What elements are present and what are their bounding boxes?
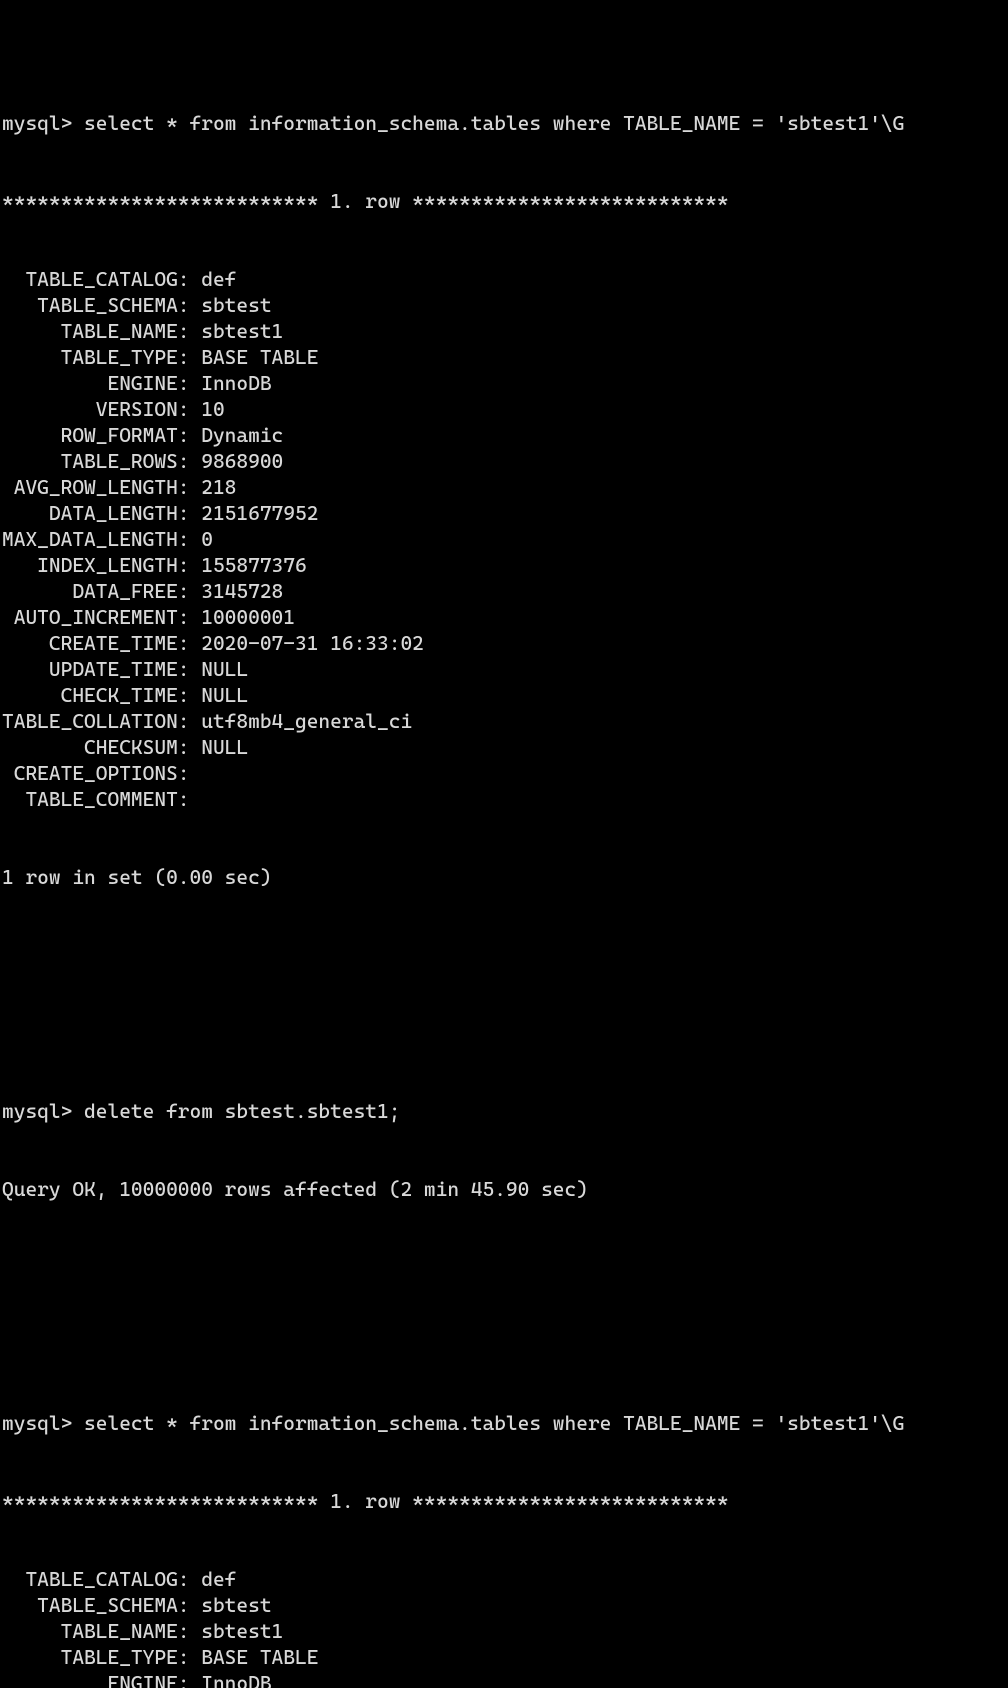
field-value: Dynamic: [190, 422, 284, 448]
field-key: TABLE_SCHEMA:: [2, 292, 190, 318]
field-key: TABLE_COMMENT:: [2, 786, 190, 812]
field-value: 3145728: [190, 578, 284, 604]
field-value: NULL: [190, 682, 249, 708]
field-value: BASE TABLE: [190, 1644, 319, 1670]
mysql-prompt: mysql>: [2, 111, 84, 135]
field-key: CHECK_TIME:: [2, 682, 190, 708]
field-row: TABLE_COMMENT:: [2, 786, 1006, 812]
field-row: VERSION:10: [2, 396, 1006, 422]
field-value: 9868900: [190, 448, 284, 474]
field-key: VERSION:: [2, 396, 190, 422]
field-value: 0: [190, 526, 213, 552]
field-row: TABLE_NAME:sbtest1: [2, 1618, 1006, 1644]
field-row: TABLE_ROWS:9868900: [2, 448, 1006, 474]
result-summary-1: 1 row in set (0.00 sec): [2, 864, 1006, 890]
field-value: 218: [190, 474, 237, 500]
field-key: ENGINE:: [2, 370, 190, 396]
blank-line: [2, 1280, 1006, 1306]
field-value: utf8mb4_general_ci: [190, 708, 413, 734]
field-row: TABLE_CATALOG:def: [2, 266, 1006, 292]
field-value: sbtest: [190, 292, 272, 318]
field-row: TABLE_SCHEMA:sbtest: [2, 292, 1006, 318]
field-value: 2020-07-31 16:33:02: [190, 630, 424, 656]
sql-command: delete from sbtest.sbtest1;: [84, 1099, 400, 1123]
field-key: TABLE_NAME:: [2, 318, 190, 344]
field-key: CHECKSUM:: [2, 734, 190, 760]
field-row: AVG_ROW_LENGTH:218: [2, 474, 1006, 500]
field-key: ENGINE:: [2, 1670, 190, 1688]
field-key: UPDATE_TIME:: [2, 656, 190, 682]
command-line-1: mysql> select * from information_schema.…: [2, 110, 1006, 136]
field-key: DATA_FREE:: [2, 578, 190, 604]
field-value: def: [190, 1566, 237, 1592]
field-value: def: [190, 266, 237, 292]
field-row: TABLE_CATALOG:def: [2, 1566, 1006, 1592]
field-row: UPDATE_TIME:NULL: [2, 656, 1006, 682]
field-row: INDEX_LENGTH:155877376: [2, 552, 1006, 578]
field-value: 10: [190, 396, 225, 422]
field-key: TABLE_NAME:: [2, 1618, 190, 1644]
field-row: ROW_FORMAT:Dynamic: [2, 422, 1006, 448]
field-row: DATA_FREE:3145728: [2, 578, 1006, 604]
field-row: CHECKSUM:NULL: [2, 734, 1006, 760]
field-key: MAX_DATA_LENGTH:: [2, 526, 190, 552]
field-key: CREATE_TIME:: [2, 630, 190, 656]
sql-command: select * from information_schema.tables …: [84, 1411, 904, 1435]
command-line-2: mysql> select * from information_schema.…: [2, 1410, 1006, 1436]
field-key: AVG_ROW_LENGTH:: [2, 474, 190, 500]
field-value: [190, 760, 202, 786]
field-value: 155877376: [190, 552, 307, 578]
delete-result: Query OK, 10000000 rows affected (2 min …: [2, 1176, 1006, 1202]
blank-line: [2, 968, 1006, 994]
field-value: NULL: [190, 656, 249, 682]
field-key: AUTO_INCREMENT:: [2, 604, 190, 630]
terminal-output[interactable]: mysql> select * from information_schema.…: [0, 0, 1008, 1688]
field-value: 10000001: [190, 604, 295, 630]
field-key: TABLE_ROWS:: [2, 448, 190, 474]
field-row: CREATE_TIME:2020-07-31 16:33:02: [2, 630, 1006, 656]
field-key: ROW_FORMAT:: [2, 422, 190, 448]
field-key: TABLE_TYPE:: [2, 344, 190, 370]
field-row: ENGINE:InnoDB: [2, 370, 1006, 396]
field-row: TABLE_TYPE:BASE TABLE: [2, 1644, 1006, 1670]
field-row: TABLE_SCHEMA:sbtest: [2, 1592, 1006, 1618]
field-value: [190, 786, 202, 812]
mysql-prompt: mysql>: [2, 1411, 84, 1435]
field-value: NULL: [190, 734, 249, 760]
result-fields-2: TABLE_CATALOG:def TABLE_SCHEMA:sbtest TA…: [2, 1566, 1006, 1688]
field-key: TABLE_COLLATION:: [2, 708, 190, 734]
field-value: 2151677952: [190, 500, 319, 526]
field-value: BASE TABLE: [190, 344, 319, 370]
field-key: CREATE_OPTIONS:: [2, 760, 190, 786]
field-key: TABLE_SCHEMA:: [2, 1592, 190, 1618]
row-separator-1: *************************** 1. row *****…: [2, 188, 1006, 214]
field-key: DATA_LENGTH:: [2, 500, 190, 526]
field-key: TABLE_TYPE:: [2, 1644, 190, 1670]
field-row: TABLE_COLLATION:utf8mb4_general_ci: [2, 708, 1006, 734]
field-row: TABLE_TYPE:BASE TABLE: [2, 344, 1006, 370]
field-row: DATA_LENGTH:2151677952: [2, 500, 1006, 526]
sql-command: select * from information_schema.tables …: [84, 111, 904, 135]
field-value: sbtest1: [190, 1618, 284, 1644]
field-value: sbtest: [190, 1592, 272, 1618]
field-key: INDEX_LENGTH:: [2, 552, 190, 578]
field-value: sbtest1: [190, 318, 284, 344]
field-value: InnoDB: [190, 1670, 272, 1688]
field-value: InnoDB: [190, 370, 272, 396]
field-key: TABLE_CATALOG:: [2, 1566, 190, 1592]
field-key: TABLE_CATALOG:: [2, 266, 190, 292]
field-row: MAX_DATA_LENGTH:0: [2, 526, 1006, 552]
field-row: CHECK_TIME:NULL: [2, 682, 1006, 708]
field-row: TABLE_NAME:sbtest1: [2, 318, 1006, 344]
field-row: CREATE_OPTIONS:: [2, 760, 1006, 786]
field-row: ENGINE:InnoDB: [2, 1670, 1006, 1688]
command-line-delete: mysql> delete from sbtest.sbtest1;: [2, 1098, 1006, 1124]
mysql-prompt: mysql>: [2, 1099, 84, 1123]
row-separator-2: *************************** 1. row *****…: [2, 1488, 1006, 1514]
field-row: AUTO_INCREMENT:10000001: [2, 604, 1006, 630]
result-fields-1: TABLE_CATALOG:def TABLE_SCHEMA:sbtest TA…: [2, 266, 1006, 812]
